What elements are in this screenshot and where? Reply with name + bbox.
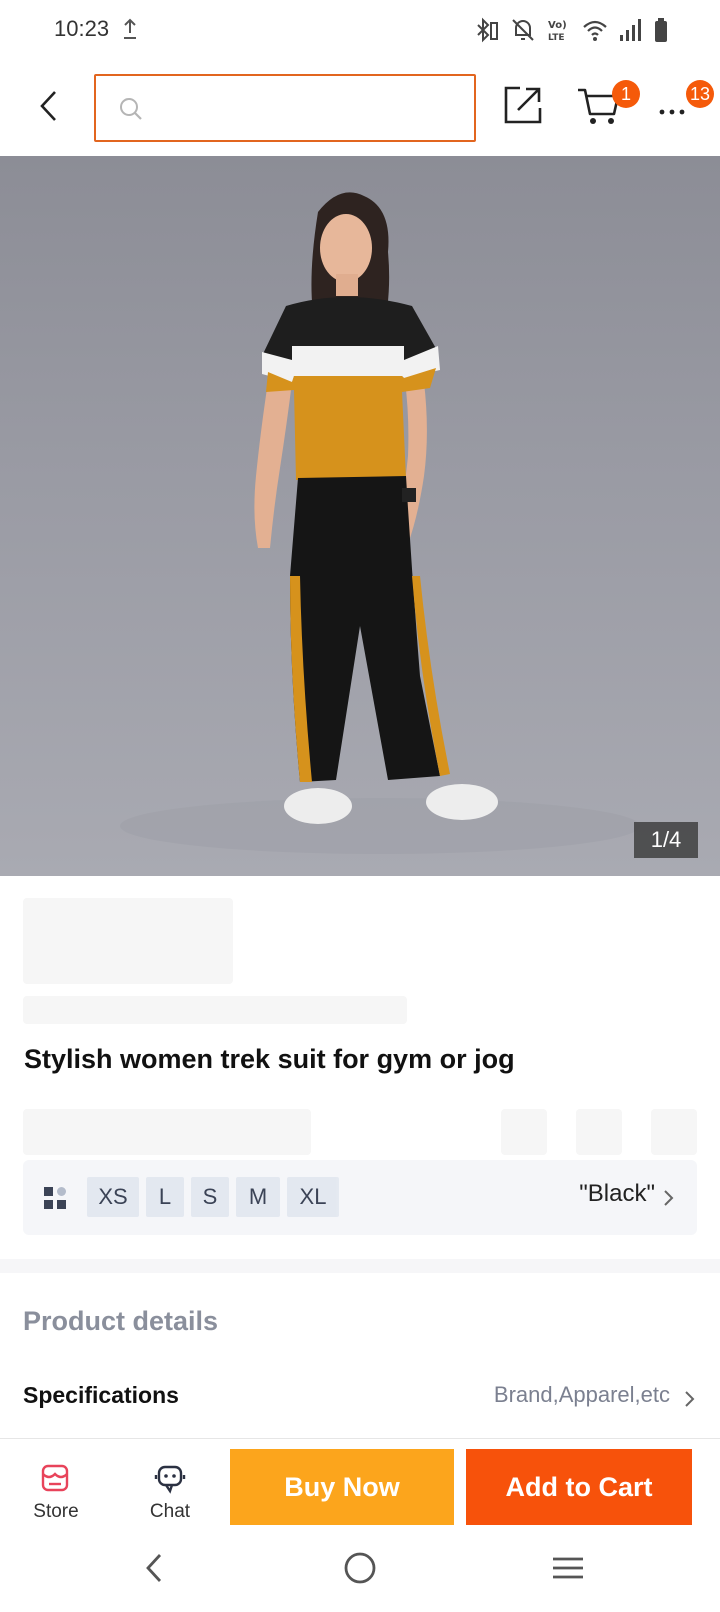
specifications-row[interactable]: Specifications Brand,Apparel,etc bbox=[0, 1370, 720, 1434]
volte-icon: Vo) LTE bbox=[546, 17, 572, 43]
svg-text:Vo): Vo) bbox=[548, 20, 567, 31]
store-button[interactable]: Store bbox=[6, 1439, 106, 1531]
selected-color-label[interactable]: "Black" bbox=[579, 1180, 655, 1208]
nav-home-button[interactable] bbox=[330, 1544, 390, 1596]
bluetooth-battery-icon bbox=[474, 17, 500, 43]
svg-text:LTE: LTE bbox=[548, 33, 565, 43]
wifi-icon bbox=[582, 17, 608, 43]
status-time: 10:23 bbox=[54, 16, 110, 41]
action-placeholder-3 bbox=[651, 1109, 697, 1155]
size-chip-m[interactable]: M bbox=[236, 1177, 280, 1217]
action-placeholder-1 bbox=[501, 1109, 547, 1155]
upload-icon bbox=[122, 18, 138, 40]
product-title: Stylish women trek suit for gym or jog bbox=[24, 1044, 515, 1074]
share-button[interactable] bbox=[502, 84, 544, 126]
nav-recents-button[interactable] bbox=[538, 1544, 598, 1596]
store-label: Store bbox=[33, 1501, 79, 1522]
recents-icon bbox=[551, 1554, 585, 1587]
add-to-cart-button[interactable]: Add to Cart bbox=[466, 1449, 692, 1525]
product-image[interactable] bbox=[0, 156, 720, 876]
back-icon bbox=[143, 1551, 165, 1590]
more-dots-icon bbox=[656, 109, 696, 132]
notification-count-badge: 13 bbox=[686, 80, 715, 108]
variant-fade bbox=[335, 1170, 365, 1226]
variant-selector[interactable]: XS L S M XL "Black" bbox=[23, 1160, 697, 1235]
chevron-right-icon bbox=[663, 1189, 675, 1212]
status-icons: Vo) LTE bbox=[474, 16, 668, 44]
chat-icon bbox=[154, 1463, 186, 1500]
bottom-action-bar: Store Chat Buy Now Add to Cart bbox=[0, 1438, 720, 1530]
size-chip-l[interactable]: L bbox=[146, 1177, 184, 1217]
size-chip-xs[interactable]: XS bbox=[87, 1177, 139, 1217]
chevron-right-icon bbox=[684, 1390, 696, 1413]
search-box[interactable] bbox=[94, 74, 476, 142]
chat-button[interactable]: Chat bbox=[120, 1439, 220, 1531]
price-placeholder bbox=[23, 898, 233, 984]
image-counter: 1/4 bbox=[634, 822, 698, 858]
product-details-heading: Product details bbox=[23, 1306, 219, 1336]
mute-icon bbox=[510, 17, 536, 43]
section-divider bbox=[0, 1259, 720, 1273]
action-placeholder-2 bbox=[576, 1109, 622, 1155]
model-photo bbox=[120, 192, 640, 854]
search-input[interactable] bbox=[148, 84, 464, 132]
share-icon bbox=[502, 86, 544, 130]
system-nav-bar bbox=[0, 1530, 720, 1612]
status-bar: 10:23 Vo) LTE bbox=[0, 0, 720, 60]
buy-now-button[interactable]: Buy Now bbox=[230, 1449, 454, 1525]
subtitle-placeholder bbox=[23, 996, 407, 1024]
cart-count-badge: 1 bbox=[612, 80, 640, 108]
battery-icon bbox=[654, 17, 668, 43]
size-chip-s[interactable]: S bbox=[191, 1177, 229, 1217]
signal-icon bbox=[618, 17, 644, 43]
home-icon bbox=[342, 1550, 378, 1591]
specifications-label: Specifications bbox=[23, 1382, 179, 1408]
specifications-value: Brand,Apparel,etc bbox=[493, 1382, 670, 1407]
store-icon bbox=[40, 1463, 70, 1498]
search-icon bbox=[118, 96, 144, 127]
top-header: 1 13 bbox=[0, 60, 720, 156]
cart-icon bbox=[576, 88, 622, 132]
chat-label: Chat bbox=[149, 1501, 191, 1522]
back-button[interactable] bbox=[28, 82, 68, 130]
rating-placeholder bbox=[23, 1109, 311, 1155]
size-chip-xl[interactable]: XL bbox=[287, 1177, 339, 1217]
variant-grid-icon bbox=[43, 1186, 67, 1215]
nav-back-button[interactable] bbox=[124, 1544, 184, 1596]
